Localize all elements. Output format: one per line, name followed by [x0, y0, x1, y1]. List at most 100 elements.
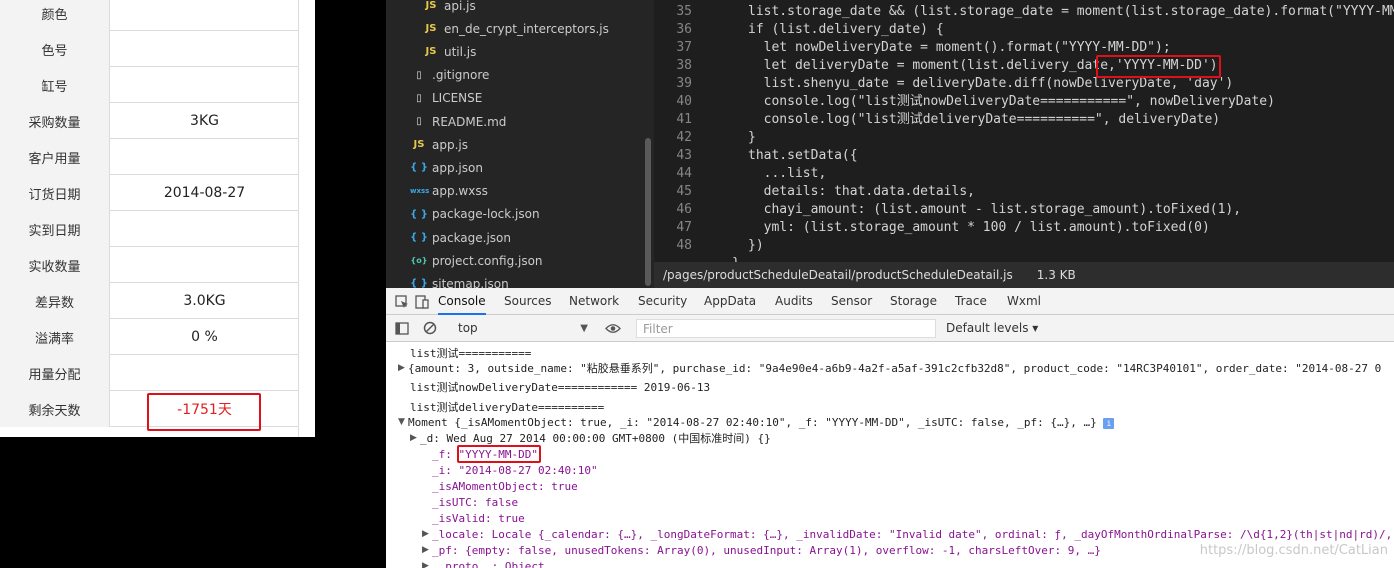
watermark: https://blog.csdn.net/CatLian	[1199, 543, 1388, 558]
moment-prop-d[interactable]: _d: Wed Aug 27 2014 00:00:00 GMT+0800 (中…	[420, 431, 771, 446]
devtools-tab-bar: Console Sources Network Security AppData Audi…	[386, 288, 1394, 315]
device-toolbar-icon[interactable]	[415, 295, 429, 309]
expand-arrow-icon[interactable]: ▶	[422, 527, 429, 542]
expand-arrow-icon[interactable]: ▶	[422, 543, 429, 558]
highlight-box-remaining-days	[147, 393, 261, 431]
form-row-label: 颜色	[0, 0, 110, 31]
file-tree-item[interactable]: JS app.js	[410, 133, 468, 156]
file-explorer: JS api.js JS en_de_crypt_interceptors.js JS u…	[386, 0, 654, 288]
file-tree-item[interactable]: ▯ README.md	[410, 110, 506, 133]
form-row-label: 采购数量	[0, 103, 110, 139]
code-line[interactable]: chayi_amount: (list.amount - list.storag…	[748, 201, 1241, 219]
file-name: app.json	[432, 160, 483, 175]
code-line[interactable]: })	[748, 237, 764, 255]
expand-arrow-icon[interactable]: ▶	[410, 431, 417, 446]
clear-console-icon[interactable]	[423, 321, 437, 335]
devtools-tab-network[interactable]: Network	[569, 288, 619, 315]
eye-icon[interactable]	[605, 323, 621, 334]
sidebar-toggle-icon[interactable]	[395, 322, 409, 335]
code-line[interactable]: details: that.data.details,	[748, 183, 975, 201]
expand-arrow-icon[interactable]: ▶	[398, 361, 405, 376]
moment-prop-locale[interactable]: _locale: Locale {_calendar: {…}, _longDa…	[432, 527, 1392, 542]
file-icon: ▯	[416, 69, 422, 81]
code-editor[interactable]: 35 36 37 38 39 40 41 42 43 44 45 46 47 48 list.storage…	[654, 0, 1394, 262]
highlight-box-f	[457, 445, 541, 463]
form-panel-border	[298, 0, 299, 437]
devtools-tab-wxml[interactable]: Wxml	[1007, 288, 1041, 315]
devtools-tab-console[interactable]: Console	[438, 288, 486, 315]
moment-prop-proto[interactable]: __proto__: Object	[432, 559, 545, 568]
devtools-tab-storage[interactable]: Storage	[890, 288, 937, 315]
info-icon: i	[1103, 418, 1115, 429]
file-tree-item[interactable]: JS en_de_crypt_interceptors.js	[422, 17, 609, 40]
collapse-arrow-icon[interactable]: ▼	[398, 415, 405, 430]
moment-object-summary[interactable]: Moment {_isAMomentObject: true, _i: "201…	[408, 415, 1115, 430]
line-number: 39	[676, 76, 692, 91]
form-row-value	[111, 139, 298, 175]
code-line[interactable]: }	[748, 129, 756, 147]
form-row-label: 溢满率	[0, 319, 110, 355]
code-line[interactable]: that.setData({	[748, 147, 858, 165]
console-filter-input[interactable]	[636, 319, 936, 338]
code-line[interactable]: if (list.delivery_date) {	[748, 21, 944, 39]
expand-arrow-icon[interactable]: ▶	[422, 559, 429, 568]
devtools-tab-audits[interactable]: Audits	[775, 288, 813, 315]
console-log-line: list测试===========	[410, 347, 532, 360]
form-row-label: 缸号	[0, 67, 110, 103]
console-output: list测试=========== ▶ {amount: 3, outside_…	[386, 343, 1394, 568]
form-row: 采购数量 3KG	[0, 103, 298, 139]
inspect-element-icon[interactable]	[395, 295, 409, 309]
console-log-line: list测试nowDeliveryDate============ 2019-0…	[410, 381, 711, 394]
devtools-tab-sensor[interactable]: Sensor	[831, 288, 872, 315]
form-row-value	[111, 355, 298, 391]
form-row-label: 差异数	[0, 283, 110, 319]
file-tree-item[interactable]: { } package-lock.json	[410, 203, 540, 226]
json-file-icon: { }	[410, 162, 428, 174]
file-tree-item[interactable]: { } app.json	[410, 156, 483, 179]
devtools-tab-appdata[interactable]: AppData	[704, 288, 756, 315]
form-row-value	[111, 211, 298, 247]
devtools-tab-trace[interactable]: Trace	[955, 288, 987, 315]
file-tree-item[interactable]: { } package.json	[410, 226, 511, 249]
file-tree-item[interactable]: ▯ .gitignore	[410, 64, 489, 87]
line-number: 41	[676, 112, 692, 127]
form-panel: 颜色 色号 缸号 采购数量 3KG 客户用量 订货日期 2014-08-27 实到日期 实收数量差…	[0, 0, 315, 437]
js-file-icon: JS	[413, 139, 425, 151]
console-object-summary[interactable]: {amount: 3, outside_name: "粘胶悬垂系列", purc…	[408, 361, 1381, 376]
context-select[interactable]: top ▼	[450, 318, 592, 339]
form-row: 客户用量	[0, 139, 298, 175]
js-file-icon: JS	[425, 46, 437, 58]
code-line[interactable]: list.storage_date && (list.storage_date …	[748, 3, 1394, 21]
form-row: 溢满率 0 %	[0, 319, 298, 355]
file-name: LICENSE	[432, 91, 483, 106]
line-number: 40	[676, 94, 692, 109]
file-tree-item[interactable]: JS api.js	[422, 0, 476, 17]
code-line[interactable]: console.log("list测试nowDeliveryDate======…	[748, 93, 1275, 111]
console-log-line: list测试deliveryDate==========	[410, 401, 605, 414]
file-path: /pages/productScheduleDeatail/productSch…	[663, 268, 1013, 282]
file-tree-item[interactable]: ▯ LICENSE	[410, 87, 482, 110]
moment-summary-text: Moment {_isAMomentObject: true, _i: "201…	[408, 416, 1097, 429]
moment-prop-isValid: _isValid: true	[432, 512, 525, 525]
line-number: 44	[676, 166, 692, 181]
devtools-tab-security[interactable]: Security	[638, 288, 687, 315]
file-name: package-lock.json	[432, 207, 540, 222]
code-line[interactable]: yml: (list.storage_amount * 100 / list.a…	[748, 219, 1210, 237]
code-line[interactable]: }	[732, 255, 740, 262]
file-tree-item[interactable]: {o} project.config.json	[410, 249, 543, 272]
log-levels-dropdown[interactable]: Default levels ▾	[946, 318, 1038, 339]
file-tree-item[interactable]: { } sitemap.json	[410, 272, 509, 288]
file-tree-item[interactable]: JS util.js	[422, 40, 477, 63]
code-line[interactable]: console.log("list测试deliveryDate=========…	[748, 111, 1220, 129]
file-size: 1.3 KB	[1036, 268, 1076, 282]
form-row-value	[111, 67, 298, 103]
code-line[interactable]: ...list,	[748, 165, 827, 183]
form-row: 色号	[0, 31, 298, 67]
line-number: 36	[676, 22, 692, 37]
file-tree-item[interactable]: wxss app.wxss	[410, 180, 488, 203]
moment-prop-isAMomentObject: _isAMomentObject: true	[432, 480, 578, 493]
form-row-value	[111, 0, 298, 31]
file-explorer-scrollbar[interactable]	[645, 138, 651, 286]
devtools-tab-sources[interactable]: Sources	[504, 288, 551, 315]
moment-prop-pf[interactable]: _pf: {empty: false, unusedTokens: Array(…	[432, 543, 1101, 558]
